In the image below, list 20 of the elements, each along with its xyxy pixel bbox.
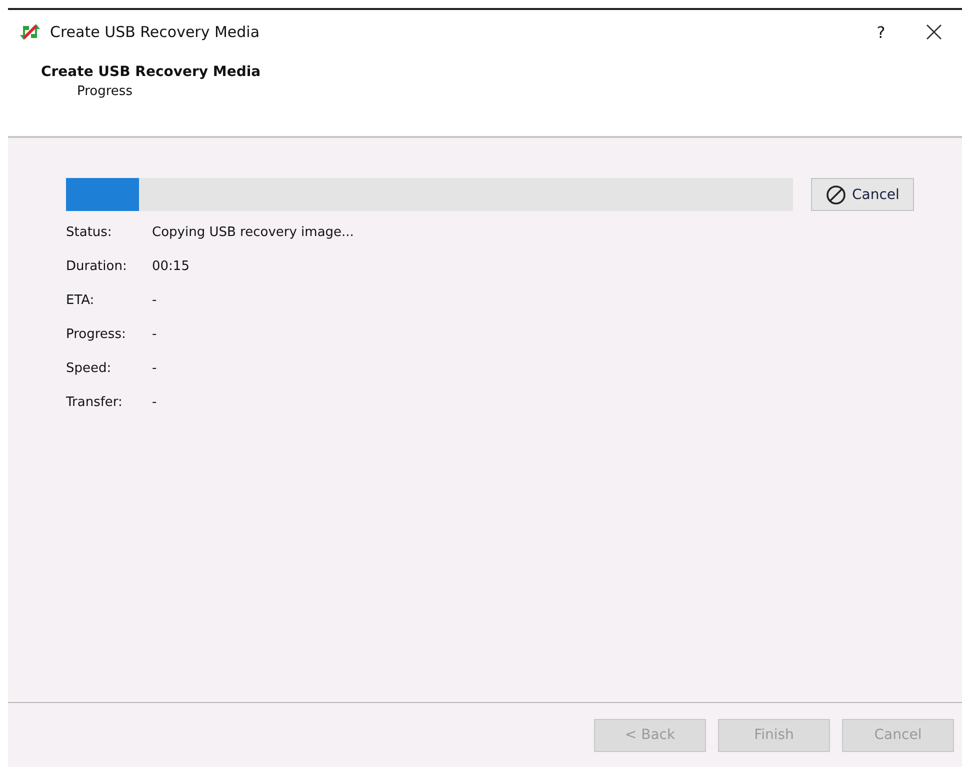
app-icon (20, 22, 40, 42)
prohibited-icon (826, 184, 846, 204)
close-icon[interactable] (926, 24, 942, 40)
detail-value: 00:15 (152, 258, 190, 276)
help-button[interactable]: ? (866, 22, 896, 42)
detail-value: - (152, 360, 157, 378)
page-subtitle: Progress (77, 84, 134, 99)
detail-value: Copying USB recovery image... (152, 224, 354, 242)
detail-label: Status: (66, 225, 112, 240)
cancel-button[interactable]: Cancel (811, 178, 914, 211)
detail-label: Duration: (66, 259, 127, 274)
detail-label: Transfer: (66, 395, 122, 410)
detail-value: - (152, 394, 157, 412)
detail-value: - (152, 292, 157, 310)
detail-value: - (152, 326, 157, 344)
detail-label: ETA: (66, 293, 94, 308)
page-title: Create USB Recovery Media (41, 64, 262, 80)
detail-label: Speed: (66, 361, 112, 376)
window-title: Create USB Recovery Media (50, 23, 261, 41)
detail-label: Progress: (66, 327, 126, 342)
